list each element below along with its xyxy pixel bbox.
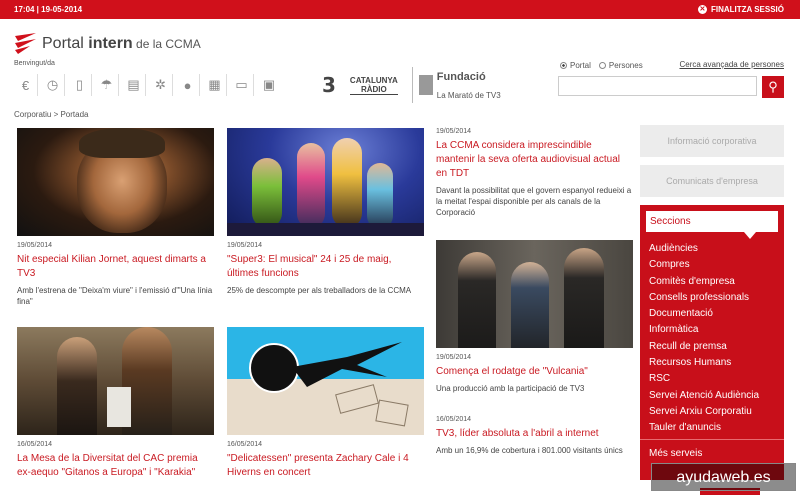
clock-icon[interactable]: ◷ <box>41 74 65 96</box>
news-desc: Una producció amb la participació de TV3 <box>436 384 585 393</box>
news-image-award[interactable] <box>17 327 214 435</box>
sections-title: Seccions <box>646 211 778 232</box>
catalunya-radio-logo[interactable]: CATALUNYA RÀDIO <box>349 75 398 95</box>
advanced-search-link[interactable]: Cerca avançada de persones <box>679 60 784 69</box>
news-desc: 25% de descompte per als treballadors de… <box>227 286 412 295</box>
radio-unchecked-icon <box>598 62 606 69</box>
gear-icon[interactable]: ✲ <box>149 74 173 96</box>
news-image-portrait[interactable] <box>17 128 214 236</box>
news-desc: Davant la possibilitat que el govern esp… <box>436 186 632 217</box>
welcome-text: Benvingut/da <box>14 60 55 67</box>
news-item[interactable]: 19/05/2014 "Super3: El musical" 24 i 25 … <box>227 128 424 296</box>
news-desc: Amb un 16,9% de cobertura i 801.000 visi… <box>436 446 623 455</box>
section-link[interactable]: Recursos Humans <box>649 355 759 371</box>
search-button[interactable]: ⚲ <box>762 76 784 98</box>
comunicats-button[interactable]: Comunicats d'empresa <box>640 165 784 197</box>
news-title[interactable]: Comença el rodatge de "Vulcania" <box>436 365 633 379</box>
service-icon-row: € ◷ ▯ ☂ ▤ ✲ ● ▦ ▭ ▣ <box>14 74 281 96</box>
news-title[interactable]: "Delicatessen" presenta Zachary Cale i 4… <box>227 452 424 480</box>
tv3-logo[interactable]: 3 <box>322 73 336 97</box>
section-link[interactable]: Comitès d'empresa <box>649 274 759 290</box>
news-date: 19/05/2014 <box>17 242 53 249</box>
newspaper-icon[interactable]: ▤ <box>122 74 146 96</box>
umbrella-icon[interactable]: ☂ <box>95 74 119 96</box>
section-link[interactable]: Servei Atenció Audiència <box>649 388 759 404</box>
radio-portal[interactable]: Portal <box>560 61 591 70</box>
news-date: 16/05/2014 <box>227 441 263 448</box>
search-input[interactable] <box>558 76 757 96</box>
divider <box>640 439 784 440</box>
euro-icon[interactable]: € <box>14 74 38 96</box>
news-date: 19/05/2014 <box>436 354 472 361</box>
portal-title[interactable]: Portal intern de la CCMA <box>42 35 201 53</box>
section-link[interactable]: Recull de premsa <box>649 339 759 355</box>
datetime: 17:04 | 19-05-2014 <box>14 5 83 14</box>
top-bar: 17:04 | 19-05-2014 ✕ FINALITZA SESSIÓ <box>0 0 800 19</box>
brand-suffix: de la CCMA <box>132 37 201 51</box>
sections-list: Audiències Compres Comitès d'empresa Con… <box>649 241 759 437</box>
news-title[interactable]: TV3, líder absoluta a l'abril a internet <box>436 427 633 441</box>
section-link[interactable]: Consells professionals <box>649 290 759 306</box>
search-options: Portal Persones <box>560 61 643 70</box>
ccma-logo-icon[interactable] <box>14 32 38 54</box>
sections-panel: Seccions Audiències Compres Comitès d'em… <box>640 205 784 480</box>
calendar-icon[interactable]: ▦ <box>203 74 227 96</box>
section-link[interactable]: Audiències <box>649 241 759 257</box>
logout-button[interactable]: ✕ FINALITZA SESSIÓ <box>697 5 784 14</box>
section-link[interactable]: Servei Arxiu Corporatiu <box>649 404 759 420</box>
close-icon: ✕ <box>697 5 707 14</box>
radio-persones[interactable]: Persones <box>598 61 643 70</box>
news-title[interactable]: "Super3: El musical" 24 i 25 de maig, úl… <box>227 253 424 281</box>
search-icon: ⚲ <box>768 79 778 94</box>
news-image-musical[interactable] <box>227 128 424 236</box>
bird-drawing-icon <box>292 342 402 387</box>
person-icon[interactable]: ● <box>176 74 200 96</box>
brand-prefix: Portal <box>42 35 89 52</box>
info-corporativa-button[interactable]: Informació corporativa <box>640 125 784 157</box>
news-item[interactable]: 16/05/2014 La Mesa de la Diversitat del … <box>17 327 214 480</box>
news-image-vulcania[interactable] <box>436 240 633 348</box>
notch-icon <box>744 232 756 239</box>
radio-portal-label: Portal <box>570 61 591 70</box>
section-link[interactable]: Informàtica <box>649 322 759 338</box>
news-item[interactable]: 19/05/2014 La CCMA considera imprescindi… <box>436 128 633 218</box>
bus-icon[interactable]: ▣ <box>257 74 281 96</box>
breadcrumb[interactable]: Corporatiu > Portada <box>14 110 89 119</box>
news-date: 19/05/2014 <box>436 128 472 135</box>
news-item[interactable]: 19/05/2014 Comença el rodatge de "Vulcan… <box>436 240 633 394</box>
news-image-delicatessen[interactable] <box>227 327 424 435</box>
news-date: 16/05/2014 <box>17 441 53 448</box>
marato-line2: La Marató de TV3 <box>436 91 501 100</box>
radio-checked-icon <box>560 62 567 69</box>
monitor-icon[interactable]: ▭ <box>230 74 254 96</box>
marato-line1: Fundació <box>436 71 486 83</box>
news-title[interactable]: Nit especial Kilian Jornet, aquest dimar… <box>17 253 214 281</box>
catradio-line1: CATALUNYA <box>349 75 398 85</box>
section-link[interactable]: Tauler d'anuncis <box>649 420 759 436</box>
marato-mark-icon <box>418 75 433 95</box>
news-desc: Amb l'estrena de "Deixa'm viure" i l'emi… <box>17 286 213 306</box>
section-link[interactable]: Documentació <box>649 306 759 322</box>
brand-strong: intern <box>88 35 133 52</box>
marato-logo[interactable]: Fundació La Marató de TV3 <box>411 67 501 103</box>
news-item[interactable]: 19/05/2014 Nit especial Kilian Jornet, a… <box>17 128 214 307</box>
news-title[interactable]: La Mesa de la Diversitat del CAC premia … <box>17 452 214 480</box>
news-item[interactable]: 16/05/2014 TV3, líder absoluta a l'abril… <box>436 416 633 456</box>
section-link[interactable]: Compres <box>649 257 759 273</box>
radio-persones-label: Persones <box>608 61 643 70</box>
news-date: 16/05/2014 <box>436 416 472 423</box>
catradio-line2: RÀDIO <box>360 84 387 94</box>
news-date: 19/05/2014 <box>227 242 263 249</box>
section-link[interactable]: RSC <box>649 371 759 387</box>
channel-logos: 3 CATALUNYA RÀDIO Fundació La Marató de … <box>322 67 501 103</box>
book-icon[interactable]: ▯ <box>68 74 92 96</box>
more-services-link[interactable]: Més serveis <box>649 448 702 459</box>
watermark: ayudaweb.es <box>651 463 796 491</box>
news-title[interactable]: La CCMA considera imprescindible manteni… <box>436 139 633 181</box>
news-item[interactable]: 16/05/2014 "Delicatessen" presenta Zacha… <box>227 327 424 480</box>
logout-label: FINALITZA SESSIÓ <box>710 5 784 14</box>
